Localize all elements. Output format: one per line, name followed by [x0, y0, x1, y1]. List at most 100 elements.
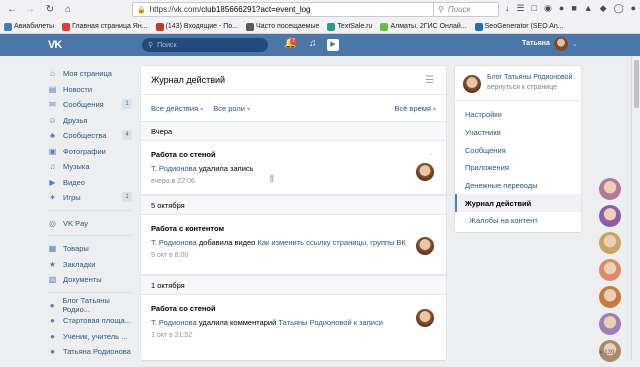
group-name[interactable]: Блог Татьяны Родионовой — [487, 74, 572, 81]
bookmark-label: (143) Входящие - По... — [165, 23, 239, 30]
filter-actions-dropdown[interactable]: Все действия ▾ — [151, 104, 203, 113]
avatar[interactable] — [416, 237, 434, 255]
sidebar-item[interactable]: ☺ Друзья — [48, 113, 134, 129]
sidebar-item[interactable]: ★ Закладки — [48, 257, 134, 273]
sidebar-item[interactable]: ♫ Музыка — [48, 159, 134, 175]
menu-item-event-log[interactable]: Журнал действий — [455, 194, 581, 213]
documents-icon: ▧ — [48, 275, 57, 285]
actor-link[interactable]: Т. Родионова — [151, 318, 197, 327]
avatar[interactable] — [599, 286, 621, 308]
browser-chrome: ← → ↻ ⌂ 🔒 https://vk.com/club185666291?a… — [0, 0, 640, 34]
group-menu-item[interactable]: Настройки — [455, 106, 581, 124]
group-header[interactable]: Блог Татьяны Родионовой вернуться к стра… — [455, 66, 581, 101]
bookmark-item[interactable]: TextSale.ru — [327, 22, 372, 31]
event-action: добавила видео — [198, 238, 256, 247]
event-action: удалила комментарий — [198, 318, 277, 327]
sidebar-item[interactable]: ✦ Игры 1 — [48, 190, 134, 206]
avatar[interactable] — [599, 205, 621, 227]
back-icon[interactable]: ← — [4, 2, 20, 18]
bookmark-item[interactable]: SeoGenerator (SEO An... — [474, 22, 564, 31]
menu-item-content-reports[interactable]: Жалобы на контент — [455, 212, 581, 230]
group-menu-item[interactable]: Денежные переводы — [455, 177, 581, 195]
chevron-down-icon[interactable]: ⌄ — [428, 149, 434, 157]
friends-icon: ☺ — [48, 115, 57, 125]
filter-time-dropdown[interactable]: Всё время ▾ — [394, 104, 436, 113]
music-icon[interactable]: ♫ — [309, 38, 317, 49]
event-object-link[interactable]: Как изменить ссылку страницы, группы ВК — [257, 238, 405, 247]
sidebar-item[interactable]: ▧ Документы — [48, 272, 134, 288]
extension4-icon[interactable]: ▲ — [584, 3, 593, 14]
friends-online-count[interactable]: ● 139 — [599, 350, 614, 356]
sidebar-item[interactable]: ▤ Новости — [48, 82, 134, 98]
avatar[interactable] — [463, 75, 481, 93]
vk-logo[interactable]: VK — [48, 39, 66, 51]
sidebar-item[interactable]: ◎ VK Pay — [48, 216, 134, 232]
avatar[interactable] — [599, 259, 621, 281]
back-to-page-link[interactable]: вернуться к странице — [487, 84, 557, 91]
header-user-name[interactable]: Татьяна — [522, 40, 550, 47]
actor-link[interactable]: Т. Родионова — [151, 164, 197, 173]
sidebar-icon[interactable]: □ — [532, 3, 537, 14]
sidebar-item-label: Товары — [63, 244, 89, 254]
extension5-icon[interactable]: ◆ — [600, 3, 607, 14]
avatar[interactable] — [416, 163, 434, 181]
extension2-icon[interactable]: ● — [559, 3, 564, 14]
sidebar-item[interactable]: ▦ Товары — [48, 241, 134, 257]
avatar[interactable] — [554, 37, 568, 51]
address-bar[interactable]: 🔒 https://vk.com/club185666291?act=event… — [132, 2, 470, 17]
sidebar-item[interactable]: ● Блог Татьяны Родио... — [48, 296, 134, 314]
browser-search-input[interactable]: ⚲ Поиск — [433, 2, 499, 17]
event-object-link[interactable]: Татьяны Родионовой — [278, 318, 351, 327]
extension7-icon[interactable]: ● — [631, 3, 636, 14]
avatar[interactable] — [599, 313, 621, 335]
chevron-down-icon[interactable]: ⌄ — [572, 40, 578, 48]
sidebar-item[interactable]: ▶ Видео — [48, 175, 134, 191]
group-menu-item[interactable]: Участники — [455, 124, 581, 142]
sidebar-item[interactable]: ✉ Сообщения 1 — [48, 97, 134, 113]
bookmark-item[interactable]: Часто посещаемые — [246, 22, 319, 31]
sidebar-item[interactable]: ● Татьяна Родионова — [48, 344, 134, 360]
home-browser-icon[interactable]: ⌂ — [60, 2, 76, 18]
vkpay-icon: ◎ — [49, 218, 56, 228]
scrollbar-thumb[interactable] — [634, 60, 639, 108]
sidebar-item[interactable]: ♣ Сообщества 4 — [48, 128, 134, 144]
extension3-icon[interactable]: ■ — [571, 3, 576, 14]
actor-link[interactable]: Т. Родионова — [151, 238, 197, 247]
avatar[interactable] — [599, 178, 621, 200]
event-description: Т. Родионова удалила комментарий Татьяны… — [151, 318, 436, 327]
sidebar-item[interactable]: ● Стартовая площа... — [48, 313, 134, 329]
download-icon[interactable]: ↓ — [505, 3, 510, 14]
filter-roles-dropdown[interactable]: Все роли ▾ — [213, 104, 250, 113]
page-title-bar: Журнал действий ☰ — [141, 66, 446, 95]
avatar[interactable] — [599, 232, 621, 254]
bookmark-item[interactable]: Алматы. 2ГИС Онлай... — [380, 22, 467, 31]
play-icon[interactable]: ▶ — [327, 39, 339, 51]
group-management-menu: Блог Татьяны Родионовой вернуться к стра… — [455, 66, 581, 232]
list-icon[interactable]: ☰ — [425, 75, 434, 86]
extension6-icon[interactable]: ◯ — [614, 3, 624, 14]
sidebar-item-label: Закладки — [63, 259, 96, 269]
bookmark-item[interactable]: Авиабилеты — [4, 22, 54, 31]
avatar[interactable] — [416, 309, 434, 327]
bookmark-item[interactable]: (143) Входящие - По... — [155, 22, 239, 31]
sidebar-item[interactable]: ▣ Фотографии — [48, 144, 134, 160]
event-action: удалила запись — [198, 164, 254, 173]
event-date[interactable]: 5 окт в 8:00 — [151, 252, 436, 259]
event-date[interactable]: вчера в 22:06 — [151, 178, 436, 185]
group-icon: ● — [49, 300, 55, 310]
extension-icon[interactable]: ◉ — [544, 3, 552, 14]
reload-icon[interactable]: ↻ — [42, 2, 58, 18]
sidebar-item[interactable]: ⌂ Моя страница — [48, 66, 134, 82]
vk-search-input[interactable]: ⚲ Поиск — [142, 38, 268, 52]
event-item: Работа со стеной Т. Родионова удалила за… — [141, 141, 446, 195]
scrollbar[interactable] — [631, 56, 640, 360]
bookmark-item[interactable]: Главная страница Ян... — [62, 22, 148, 31]
sidebar-item[interactable]: ● Ученик, учитель ... — [48, 329, 134, 345]
group-menu-item[interactable]: Сообщения — [455, 141, 581, 159]
group-menu-item[interactable]: Приложения — [455, 159, 581, 177]
sidebar-item-label: Ученик, учитель ... — [63, 331, 128, 341]
library-icon[interactable]: ☰ — [517, 3, 525, 14]
forward-icon[interactable]: → — [22, 2, 38, 18]
event-post-link[interactable]: к записи — [354, 318, 383, 327]
event-date[interactable]: 1 окт в 21:52 — [151, 332, 436, 339]
